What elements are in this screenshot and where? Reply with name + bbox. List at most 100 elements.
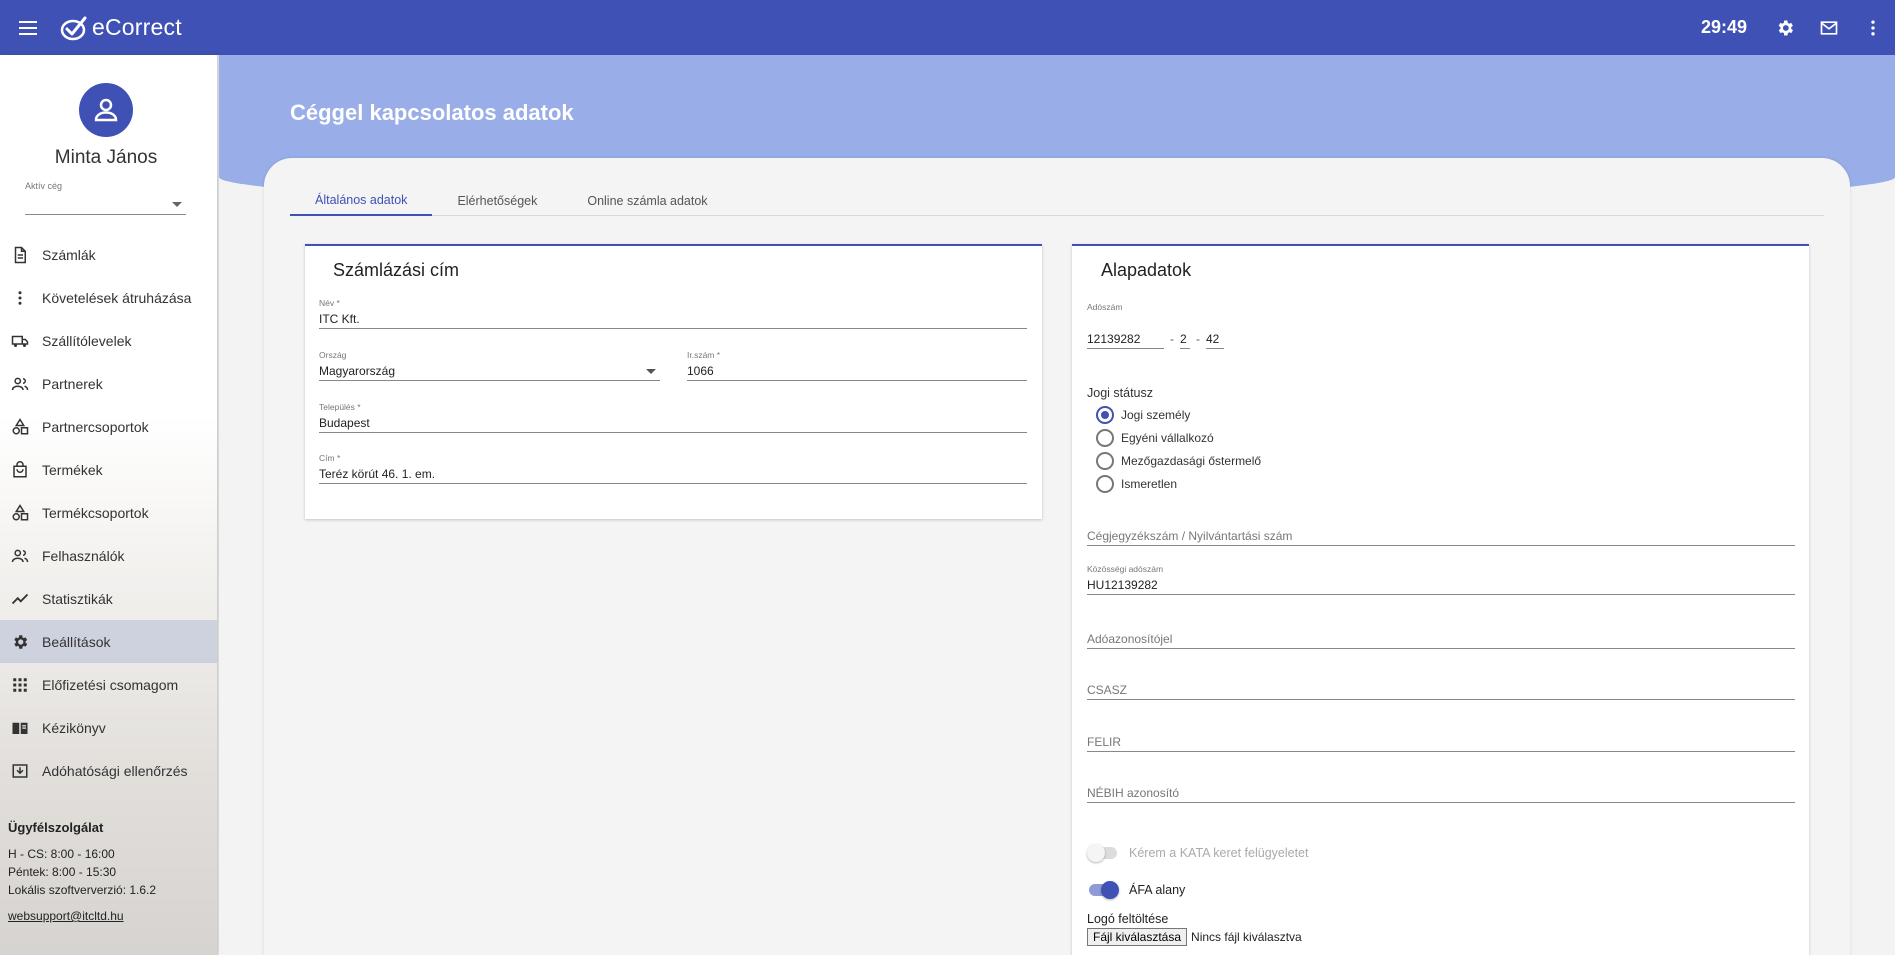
active-company-select[interactable] <box>25 195 186 215</box>
archive-icon <box>10 761 30 781</box>
zip-input[interactable]: 1066 <box>687 362 1027 381</box>
people-icon <box>10 374 30 394</box>
sidebar-item-label: Számlák <box>42 246 96 263</box>
csasz-input[interactable]: CSASZ <box>1087 681 1795 700</box>
sidebar-item-kezikonyv[interactable]: Kézikönyv <box>0 706 217 749</box>
toggle-track <box>1089 881 1119 899</box>
sidebar-item-koveteles[interactable]: Követelések átruházása <box>0 276 217 319</box>
tab-online-invoice[interactable]: Online számla adatok <box>562 186 732 216</box>
sidebar-item-label: Statisztikák <box>42 590 113 607</box>
sidebar-item-termekcsoportok[interactable]: Termékcsoportok <box>0 491 217 534</box>
eu-tax-input[interactable]: HU12139282 <box>1087 576 1795 595</box>
sidebar-item-szamlak[interactable]: Számlák <box>0 233 217 276</box>
tab-bar: Általános adatok Elérhetőségek Online sz… <box>290 186 1824 216</box>
legal-status-option[interactable]: Ismeretlen <box>1096 475 1177 493</box>
address-input[interactable]: Teréz körút 46. 1. em. <box>319 465 1027 484</box>
nebih-input[interactable]: NÉBIH azonosító <box>1087 784 1795 803</box>
support-hours-fri: Péntek: 8:00 - 15:30 <box>8 865 117 879</box>
legal-status-option-label: Egyéni vállalkozó <box>1121 431 1214 445</box>
shapes-icon <box>10 503 30 523</box>
sidebar-item-partnercsoportok[interactable]: Partnercsoportok <box>0 405 217 448</box>
tax-id-input[interactable]: Adóazonosítójel <box>1087 630 1795 649</box>
city-field[interactable]: Település * Budapest <box>319 402 1027 433</box>
logo-file-input: Fájl kiválasztása Nincs fájl kiválasztva <box>1087 928 1302 946</box>
tab-contacts[interactable]: Elérhetőségek <box>432 186 562 216</box>
session-timer: 29:49 <box>1700 17 1747 37</box>
tax-number-part3[interactable]: 42 <box>1206 330 1224 349</box>
sidebar-item-statisztikak[interactable]: Statisztikák <box>0 577 217 620</box>
tax-separator: - <box>1170 332 1174 346</box>
tab-general[interactable]: Általános adatok <box>290 186 433 216</box>
more-vertical-icon <box>10 288 30 308</box>
sidebar-item-label: Termékek <box>42 461 103 478</box>
trending-icon <box>10 589 30 609</box>
eu-tax-field[interactable]: Közösségi adószám HU12139282 <box>1087 564 1795 595</box>
country-field[interactable]: Ország Magyarország <box>319 350 660 381</box>
kata-toggle[interactable]: Kérem a KATA keret felügyeletet <box>1087 844 1309 862</box>
felir-field[interactable]: FELIR <box>1087 733 1795 752</box>
name-field[interactable]: Név * ITC Kft. <box>319 298 1027 329</box>
sidebar-item-termekek[interactable]: Termékek <box>0 448 217 491</box>
tax-separator: - <box>1196 332 1200 346</box>
sidebar: Minta János Aktív cég Számlák Követelése… <box>0 55 218 955</box>
radio-unselected-icon <box>1096 452 1114 470</box>
sidebar-item-elofizetes[interactable]: Előfizetési csomagom <box>0 663 217 706</box>
radio-unselected-icon <box>1096 475 1114 493</box>
sidebar-item-label: Kézikönyv <box>42 719 106 736</box>
settings-icon[interactable] <box>1773 16 1797 40</box>
legal-status-option[interactable]: Egyéni vállalkozó <box>1096 429 1214 447</box>
menu-icon[interactable] <box>14 14 42 42</box>
company-reg-field[interactable]: Cégjegyzékszám / Nyilvántartási szám <box>1087 527 1795 546</box>
csasz-field[interactable]: CSASZ <box>1087 681 1795 700</box>
kata-toggle-label: Kérem a KATA keret felügyeletet <box>1129 846 1309 860</box>
mail-icon[interactable] <box>1817 16 1841 40</box>
radio-unselected-icon <box>1096 429 1114 447</box>
tax-number-part2[interactable]: 2 <box>1180 330 1190 349</box>
avatar[interactable] <box>79 83 133 137</box>
support-hours-mon-thu: H - CS: 8:00 - 16:00 <box>8 847 115 861</box>
tax-id-field[interactable]: Adóazonosítójel <box>1087 630 1795 649</box>
tax-number-part1[interactable]: 12139282 <box>1087 330 1164 349</box>
more-vertical-icon[interactable] <box>1861 16 1885 40</box>
user-name: Minta János <box>54 147 158 168</box>
sidebar-item-felhasznalok[interactable]: Felhasználók <box>0 534 217 577</box>
legal-status-option[interactable]: Mezőgazdasági őstermelő <box>1096 452 1261 470</box>
company-reg-input[interactable]: Cégjegyzékszám / Nyilvántartási szám <box>1087 527 1795 546</box>
people-icon <box>10 546 30 566</box>
shopping-bag-icon <box>10 460 30 480</box>
city-label: Település * <box>319 402 361 412</box>
person-icon <box>94 98 118 122</box>
app-logo[interactable]: eCorrect <box>58 12 182 44</box>
sidebar-item-szallitolevelek[interactable]: Szállítólevelek <box>0 319 217 362</box>
name-input[interactable]: ITC Kft. <box>319 310 1027 329</box>
tax-number-label-wrap: Adószám <box>1087 302 1122 314</box>
toggle-knob <box>1101 881 1119 899</box>
vat-toggle[interactable]: ÁFA alany <box>1089 881 1185 899</box>
nebih-field[interactable]: NÉBIH azonosító <box>1087 784 1795 803</box>
file-status-text: Nincs fájl kiválasztva <box>1191 930 1302 944</box>
legal-status-label: Jogi státusz <box>1087 386 1154 400</box>
sidebar-item-label: Beállítások <box>42 633 111 650</box>
sidebar-item-adohatosagi[interactable]: Adóhatósági ellenőrzés <box>0 749 217 792</box>
sidebar-item-label: Követelések átruházása <box>42 289 192 306</box>
customer-support: Ügyfélszolgálat H - CS: 8:00 - 16:00 Pén… <box>8 819 156 925</box>
gear-icon <box>10 632 30 652</box>
sidebar-item-partnerek[interactable]: Partnerek <box>0 362 217 405</box>
choose-file-button[interactable]: Fájl kiválasztása <box>1087 928 1188 946</box>
basic-data-panel: Alapadatok Adószám 12139282 - 2 - 42 Jog… <box>1072 244 1809 955</box>
zip-field[interactable]: Ir.szám * 1066 <box>687 350 1027 381</box>
software-version: Lokális szoftververzió: 1.6.2 <box>8 883 157 897</box>
country-select[interactable]: Magyarország <box>319 362 660 381</box>
address-field[interactable]: Cím * Teréz körút 46. 1. em. <box>319 453 1027 484</box>
support-email-link[interactable]: websupport@itcltd.hu <box>8 907 156 925</box>
legal-status-option[interactable]: Jogi személy <box>1096 406 1190 424</box>
sidebar-item-beallitasok[interactable]: Beállítások <box>0 620 217 663</box>
radio-selected-icon <box>1096 406 1114 424</box>
felir-input[interactable]: FELIR <box>1087 733 1795 752</box>
city-input[interactable]: Budapest <box>319 414 1027 433</box>
shapes-icon <box>10 417 30 437</box>
country-value: Magyarország <box>319 364 396 378</box>
legal-status-option-label: Mezőgazdasági őstermelő <box>1121 454 1262 468</box>
sidebar-item-label: Felhasználók <box>42 547 125 564</box>
sidebar-item-label: Partnercsoportok <box>42 418 149 435</box>
